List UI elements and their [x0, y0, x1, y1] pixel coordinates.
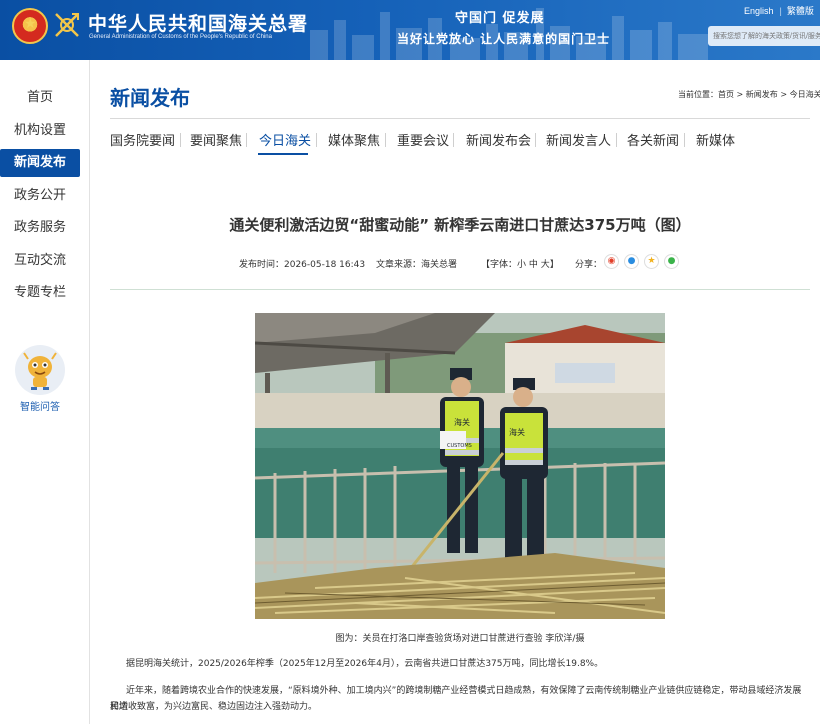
font-size-small-button[interactable]: 小	[517, 260, 526, 270]
tab-divider	[180, 133, 181, 147]
qq-icon[interactable]: ●	[624, 254, 639, 269]
article-divider	[110, 289, 810, 290]
english-link[interactable]: English	[744, 6, 774, 16]
traditional-chinese-link[interactable]: 繁體版	[787, 6, 814, 16]
tab-divider	[616, 133, 617, 147]
font-size-close: 】	[549, 260, 559, 270]
national-emblem-logo[interactable]	[12, 8, 48, 44]
site-title[interactable]: 中华人民共和国海关总署	[88, 9, 308, 36]
article-title: 通关便利激活边贸“甜蜜动能” 新榨季云南进口甘蔗达375万吨（图）	[229, 216, 691, 234]
share-label: 分享：	[575, 260, 603, 270]
qzone-icon[interactable]: ★	[644, 254, 659, 269]
sidebar-item-home[interactable]: 首页	[0, 84, 80, 112]
breadcrumb[interactable]: 当前位置：首页 > 新闻发布 > 今日海关	[678, 89, 820, 100]
vest-label-left: 海关	[454, 417, 470, 427]
tab-divider	[316, 133, 317, 147]
weibo-icon[interactable]: ◉	[604, 254, 619, 269]
vest-badge-text: CUSTOMS	[447, 443, 472, 449]
language-switcher: English|繁體版|	[744, 4, 820, 17]
news-tabs: 国务院要闻 要闻聚焦 今日海关 媒体聚焦 重要会议 新闻发布会 新闻发言人 各关…	[110, 130, 810, 152]
tab-divider	[246, 133, 247, 147]
tab-headline-focus[interactable]: 要闻聚焦	[190, 130, 242, 149]
vest-label-right: 海关	[509, 427, 525, 437]
wechat-icon[interactable]: ●	[664, 254, 679, 269]
font-size-large-button[interactable]: 大	[541, 260, 550, 270]
sidebar-item-government-affairs[interactable]: 政务公开	[0, 182, 80, 210]
search-input[interactable]	[708, 26, 820, 46]
assistant-label[interactable]: 智能问答	[0, 398, 80, 413]
sidebar-item-services[interactable]: 政务服务	[0, 214, 80, 242]
slogan-line1: 守国门 促发展	[455, 11, 545, 26]
site-subtitle: General Administration of Customs of the…	[89, 34, 272, 40]
tab-divider	[453, 133, 454, 147]
page-title: 新闻发布	[110, 86, 190, 110]
sidebar-item-news[interactable]: 新闻发布	[0, 149, 80, 177]
sidebar-item-special-topics[interactable]: 专题专栏	[0, 279, 80, 307]
font-size-label: 【字体：	[481, 260, 518, 270]
tab-branch-news[interactable]: 各关新闻	[627, 130, 679, 149]
tab-divider	[535, 133, 536, 147]
lang-divider: |	[779, 6, 782, 16]
tab-press-conference[interactable]: 新闻发布会	[466, 130, 531, 149]
article-paragraph-1: 据昆明海关统计，2025/2026年榨季（2025年12月至2026年4月），云…	[126, 659, 604, 669]
tab-new-media[interactable]: 新媒体	[696, 130, 735, 149]
tab-important-meetings[interactable]: 重要会议	[397, 130, 449, 149]
article-paragraph-2-line-2: 民增收致富，为兴边富民、稳边固边注入强劲动力。	[110, 702, 318, 712]
title-divider	[110, 118, 810, 119]
tab-state-council-news[interactable]: 国务院要闻	[110, 130, 175, 149]
left-sidebar: 首页 机构设置 新闻发布 政务公开 政务服务 互动交流 专题专栏 智能问答	[0, 60, 90, 724]
sidebar-item-organization[interactable]: 机构设置	[0, 117, 80, 145]
photo-caption: 图为：关员在打洛口岸查验货场对进口甘蔗进行查验 李欣洋/摄	[335, 634, 585, 644]
publish-time: 发布时间：2026-05-18 16:43	[239, 260, 366, 270]
font-size-medium-button[interactable]: 中	[529, 260, 538, 270]
slogan-line2: 当好让党放心 让人民满意的国门卫士	[397, 32, 611, 46]
article-photo: 海关 CUSTOMS 海关	[255, 313, 665, 619]
active-tab-indicator	[258, 153, 308, 155]
tab-divider	[385, 133, 386, 147]
assistant-mascot-icon[interactable]	[15, 345, 65, 395]
tab-customs-today[interactable]: 今日海关	[259, 130, 311, 149]
tab-spokesperson[interactable]: 新闻发言人	[546, 130, 611, 149]
customs-emblem-logo[interactable]	[52, 10, 82, 40]
site-header: 中华人民共和国海关总署 General Administration of Cu…	[0, 0, 820, 60]
font-size-control: 【字体：小 中 大】	[481, 257, 559, 270]
sidebar-item-interaction[interactable]: 互动交流	[0, 247, 80, 275]
tab-media-focus[interactable]: 媒体聚焦	[328, 130, 380, 149]
article-source: 文章来源：海关总署	[376, 260, 458, 270]
tab-divider	[684, 133, 685, 147]
